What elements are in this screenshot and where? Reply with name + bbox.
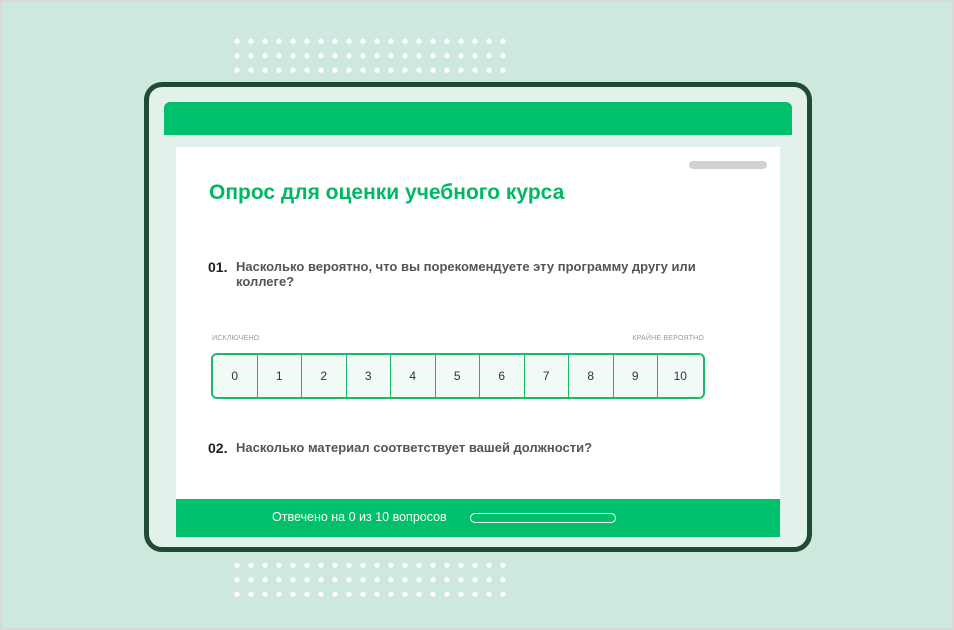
scale-max-label: КРАЙНЕ ВЕРОЯТНО xyxy=(632,335,704,342)
rating-option-7[interactable]: 7 xyxy=(524,355,569,397)
question-text: Насколько материал соответствует вашей д… xyxy=(236,440,593,455)
rating-option-5[interactable]: 5 xyxy=(435,355,480,397)
question-2: 02. Насколько материал соответствует ваш… xyxy=(208,440,708,456)
rating-option-6[interactable]: 6 xyxy=(480,355,525,397)
scrollbar[interactable] xyxy=(689,161,767,169)
question-1: 01. Насколько вероятно, что вы порекомен… xyxy=(208,259,708,289)
rating-option-0[interactable]: 0 xyxy=(213,355,258,397)
rating-option-3[interactable]: 3 xyxy=(346,355,391,397)
progress-bar xyxy=(470,513,616,523)
rating-option-2[interactable]: 2 xyxy=(302,355,347,397)
rating-option-10[interactable]: 10 xyxy=(658,355,703,397)
rating-option-9[interactable]: 9 xyxy=(613,355,658,397)
question-number: 02. xyxy=(208,440,228,456)
decorative-dots-bottom xyxy=(230,558,510,602)
rating-option-4[interactable]: 4 xyxy=(391,355,436,397)
device-frame: Опрос для оценки учебного курса 01. Наск… xyxy=(144,82,812,552)
survey-sheet: Опрос для оценки учебного курса 01. Наск… xyxy=(176,147,780,537)
progress-text: Отвечено на 0 из 10 вопросов xyxy=(272,510,447,524)
question-number: 01. xyxy=(208,259,228,275)
progress-footer: Отвечено на 0 из 10 вопросов xyxy=(176,499,780,537)
rating-option-8[interactable]: 8 xyxy=(569,355,614,397)
rating-option-1[interactable]: 1 xyxy=(257,355,302,397)
scale-min-label: ИСКЛЮЧЕНО xyxy=(212,335,260,342)
header-bar xyxy=(164,102,792,135)
rating-scale: 0 1 2 3 4 5 6 7 8 9 10 xyxy=(211,353,705,399)
question-text: Насколько вероятно, что вы порекомендует… xyxy=(236,259,696,289)
survey-title: Опрос для оценки учебного курса xyxy=(209,181,565,204)
illustration-background: Опрос для оценки учебного курса 01. Наск… xyxy=(0,0,954,630)
